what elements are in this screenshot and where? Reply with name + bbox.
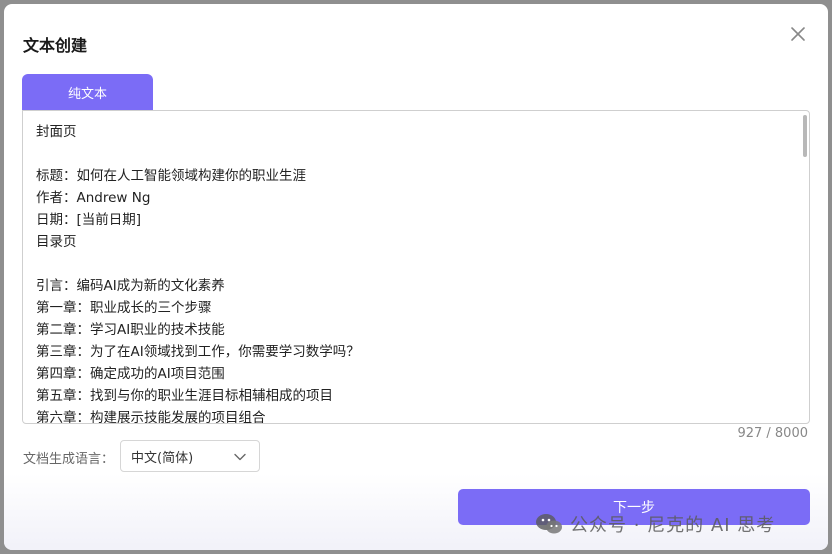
watermark-text: 公众号 · 尼克的 AI 思考 (570, 515, 776, 536)
editor-line: 标题：如何在人工智能领域构建你的职业生涯 (36, 168, 306, 184)
editor-line: 第一章：职业成长的三个步骤 (36, 300, 212, 316)
language-label: 文档生成语言： (23, 452, 115, 467)
editor-line: 第二章：学习AI职业的技术技能 (36, 322, 225, 338)
close-icon[interactable] (788, 24, 808, 44)
tab-plain-text[interactable]: 纯文本 (22, 74, 153, 110)
editor-line: 第六章：构建展示技能发展的项目组合 (36, 410, 266, 424)
chevron-down-icon (234, 453, 246, 461)
editor-content[interactable]: 封面页标题：如何在人工智能领域构建你的职业生涯 作者：Andrew Ng 日期：[当… (36, 121, 796, 424)
language-select[interactable]: 中文(简体) (120, 440, 260, 472)
editor-scrollbar[interactable] (803, 115, 807, 157)
editor-line: 封面页 (36, 124, 77, 140)
editor-line: 日期：[当前日期] (36, 212, 142, 228)
dialog-title: 文本创建 (23, 36, 88, 55)
editor-line: 引言：编码AI成为新的文化素养 (36, 278, 225, 294)
editor-line: 第五章：找到与你的职业生涯目标相辅相成的项目 (36, 388, 333, 404)
editor-line: 目录页 (36, 234, 77, 250)
text-create-dialog: 文本创建 纯文本 封面页标题：如何在人工智能领域构建你的职业生涯 作者：Andre… (4, 4, 828, 550)
watermark: 公众号 · 尼克的 AI 思考 (534, 510, 775, 538)
text-editor[interactable]: 封面页标题：如何在人工智能领域构建你的职业生涯 作者：Andrew Ng 日期：[当… (22, 110, 810, 424)
wechat-icon (536, 514, 562, 534)
editor-line: 第四章：确定成功的AI项目范围 (36, 366, 225, 382)
language-select-value: 中文(简体) (131, 450, 194, 466)
char-counter: 927 / 8000 (737, 426, 808, 441)
editor-line: 第三章：为了在AI领域找到工作，你需要学习数学吗？ (36, 344, 360, 360)
editor-line: 作者：Andrew Ng (36, 190, 151, 206)
